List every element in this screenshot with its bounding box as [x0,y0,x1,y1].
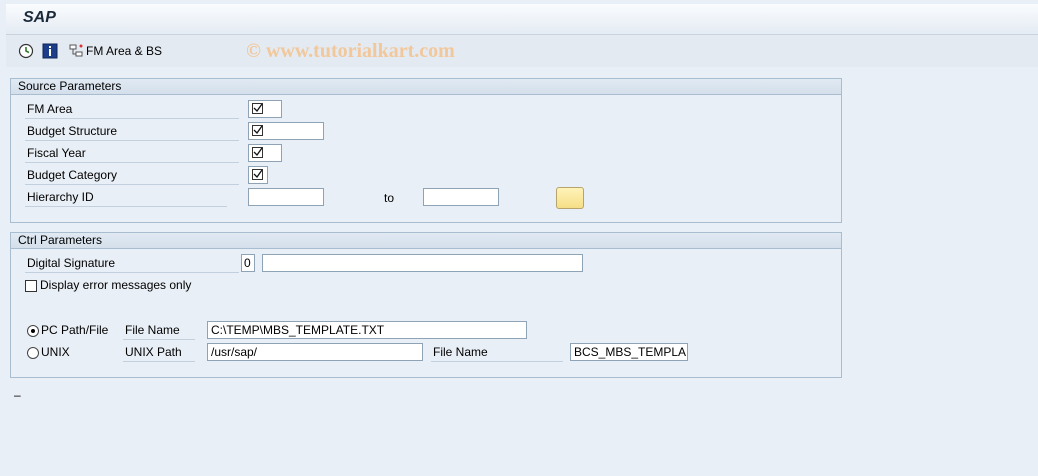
fm-area-input[interactable] [248,100,282,118]
pc-path-label: PC Path/File [41,323,109,337]
display-errors-checkbox[interactable]: Display error messages only [23,278,223,294]
ctrl-parameters-header: Ctrl Parameters [11,233,841,249]
unix-radio[interactable] [27,347,39,359]
multiple-selection-button[interactable] [556,187,584,209]
unix-label: UNIX [41,345,70,359]
to-label: to [384,191,395,205]
unix-path-label: UNIX Path [123,343,195,362]
pc-path-radio[interactable] [27,325,39,337]
required-check-icon [252,103,263,114]
required-check-icon [252,169,263,180]
title-bar: SAP [6,4,1038,35]
fm-area-bs-label: FM Area & BS [86,44,163,58]
ctrl-parameters-group: Ctrl Parameters Digital Signature 0 Disp… [10,232,842,378]
hierarchy-icon [69,44,83,57]
unix-path-input[interactable]: /usr/sap/ [207,343,423,361]
checkbox-box[interactable] [25,280,37,292]
required-check-icon [252,147,263,158]
window-title: SAP [23,9,56,26]
fm-area-bs-button[interactable]: FM Area & BS [68,42,162,60]
hierarchy-id-to-input[interactable] [423,188,499,206]
budget-category-input[interactable] [248,166,268,184]
information-icon [42,43,58,59]
digital-signature-label: Digital Signature [25,254,239,273]
source-parameters-group: Source Parameters FM Area Budget Structu… [10,78,842,223]
fiscal-year-input[interactable] [248,144,282,162]
required-check-icon [252,125,263,136]
file-name-input[interactable]: C:\TEMP\MBS_TEMPLATE.TXT [207,321,527,339]
digital-signature-flag-input[interactable]: 0 [241,254,255,272]
budget-structure-label: Budget Structure [25,122,239,141]
file-name-label: File Name [123,321,195,340]
budget-category-label: Budget Category [25,166,239,185]
info-button[interactable] [42,42,58,60]
hierarchy-id-from-input[interactable] [248,188,324,206]
execute-clock-icon [18,43,34,59]
digital-signature-input[interactable] [262,254,583,272]
display-errors-label: Display error messages only [40,278,192,292]
unix-file-name-label: File Name [431,343,563,362]
execute-button[interactable] [18,42,34,60]
unix-file-name-input[interactable]: BCS_MBS_TEMPLA... [570,343,688,361]
status-marker: – [14,388,21,402]
application-toolbar: FM Area & BS [6,35,1038,67]
budget-structure-input[interactable] [248,122,324,140]
fiscal-year-label: Fiscal Year [25,144,239,163]
hierarchy-id-label: Hierarchy ID [25,188,227,207]
fm-area-label: FM Area [25,100,239,119]
watermark: © www.tutorialkart.com [246,40,455,62]
source-parameters-header: Source Parameters [11,79,841,95]
